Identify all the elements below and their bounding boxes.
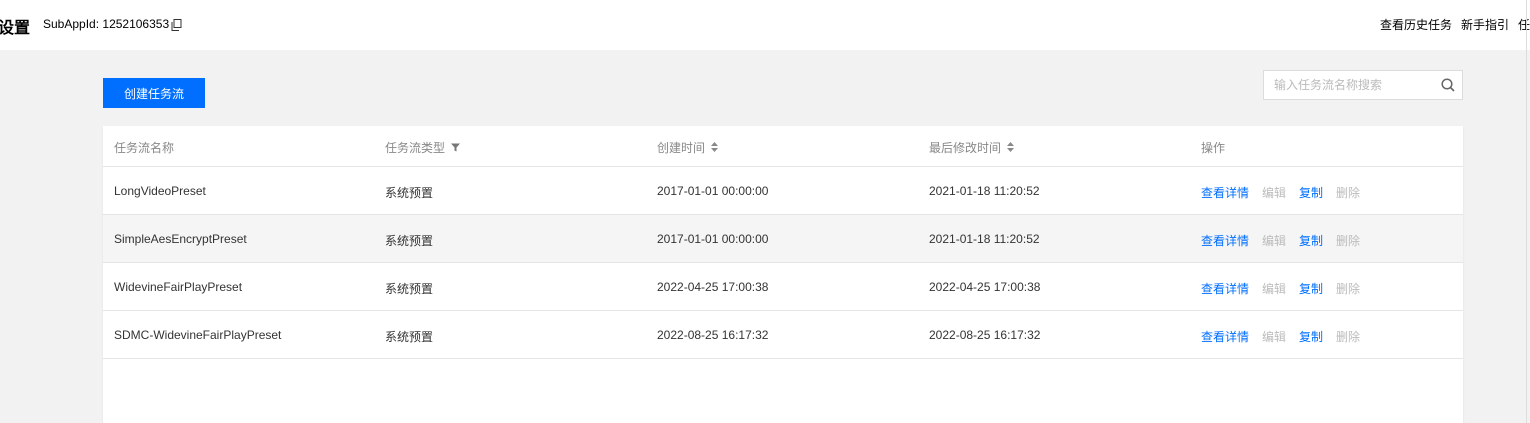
cell-modified: 2022-08-25 16:17:32 — [929, 328, 1041, 342]
delete-link: 删除 — [1336, 234, 1361, 248]
copy-link[interactable]: 复制 — [1299, 184, 1323, 201]
workflow-table: 任务流名称 任务流类型 创建时间 最后修改时间 操作 LongVideoPres… — [103, 126, 1463, 423]
cell-created: 2022-08-25 16:17:32 — [657, 328, 769, 342]
sort-icon[interactable] — [711, 141, 719, 155]
copy-link[interactable]: 复制 — [1299, 328, 1323, 345]
search-box — [1263, 70, 1463, 100]
search-input[interactable] — [1264, 71, 1434, 99]
subapp-label: SubAppId: — [43, 17, 100, 31]
copy-link[interactable]: 复制 — [1299, 280, 1323, 297]
table-row: SimpleAesEncryptPreset 系统预置 2017-01-01 0… — [103, 215, 1463, 263]
column-header-actions-label: 操作 — [1201, 141, 1226, 155]
table-header: 任务流名称 任务流类型 创建时间 最后修改时间 操作 — [103, 126, 1463, 167]
cell-type: 系统预置 — [385, 186, 434, 200]
cell-type: 系统预置 — [385, 330, 434, 344]
history-tasks-link[interactable]: 查看历史任务 — [1380, 16, 1452, 33]
subapp-id: SubAppId: 1252106353 — [43, 17, 183, 31]
page-title: 设置 — [0, 18, 31, 37]
right-divider — [1526, 0, 1527, 423]
cell-name: SimpleAesEncryptPreset — [114, 232, 247, 246]
delete-link: 删除 — [1336, 282, 1361, 296]
cell-created: 2017-01-01 00:00:00 — [657, 184, 769, 198]
cell-type: 系统预置 — [385, 282, 434, 296]
copy-link[interactable]: 复制 — [1299, 232, 1323, 249]
edit-link: 编辑 — [1262, 282, 1287, 296]
column-header-modified-label: 最后修改时间 — [929, 141, 1002, 155]
cell-name: LongVideoPreset — [114, 184, 206, 198]
top-bar: 设置 SubAppId: 1252106353 查看历史任务 新手指引 任 — [0, 0, 1530, 50]
cell-modified: 2021-01-18 11:20:52 — [929, 184, 1040, 198]
sort-icon[interactable] — [1007, 141, 1015, 155]
cell-name: WidevineFairPlayPreset — [114, 280, 243, 294]
create-workflow-button[interactable]: 创建任务流 — [103, 78, 205, 108]
column-header-modified[interactable]: 最后修改时间 — [929, 139, 1015, 156]
edit-link: 编辑 — [1262, 186, 1287, 200]
cell-modified: 2022-04-25 17:00:38 — [929, 280, 1041, 294]
cell-modified: 2021-01-18 11:20:52 — [929, 232, 1040, 246]
table-row: LongVideoPreset 系统预置 2017-01-01 00:00:00… — [103, 167, 1463, 215]
copy-icon[interactable] — [171, 19, 183, 31]
column-header-name: 任务流名称 — [114, 139, 174, 156]
table-row: SDMC-WidevineFairPlayPreset 系统预置 2022-08… — [103, 311, 1463, 359]
column-header-created-label: 创建时间 — [657, 141, 706, 155]
column-header-actions: 操作 — [1201, 139, 1225, 156]
column-header-type-label: 任务流类型 — [385, 141, 446, 155]
row-actions: 查看详情 编辑 复制 删除 — [1201, 328, 1360, 345]
delete-link: 删除 — [1336, 330, 1361, 344]
view-details-link[interactable]: 查看详情 — [1201, 232, 1249, 249]
column-header-type: 任务流类型 — [385, 139, 461, 156]
view-details-link[interactable]: 查看详情 — [1201, 280, 1249, 297]
view-details-link[interactable]: 查看详情 — [1201, 328, 1249, 345]
truncated-link[interactable]: 任 — [1518, 16, 1530, 33]
search-icon[interactable] — [1441, 78, 1455, 92]
row-actions: 查看详情 编辑 复制 删除 — [1201, 184, 1360, 201]
edit-link: 编辑 — [1262, 234, 1287, 248]
row-actions: 查看详情 编辑 复制 删除 — [1201, 232, 1360, 249]
edit-link: 编辑 — [1262, 330, 1287, 344]
cell-created: 2017-01-01 00:00:00 — [657, 232, 769, 246]
column-header-created[interactable]: 创建时间 — [657, 139, 719, 156]
row-actions: 查看详情 编辑 复制 删除 — [1201, 280, 1360, 297]
subapp-value: 1252106353 — [102, 17, 170, 31]
delete-link: 删除 — [1336, 186, 1361, 200]
table-row: WidevineFairPlayPreset 系统预置 2022-04-25 1… — [103, 263, 1463, 311]
filter-icon[interactable] — [451, 141, 461, 155]
view-details-link[interactable]: 查看详情 — [1201, 184, 1249, 201]
cell-name: SDMC-WidevineFairPlayPreset — [114, 328, 282, 342]
guide-link[interactable]: 新手指引 — [1461, 16, 1509, 33]
cell-type: 系统预置 — [385, 234, 434, 248]
cell-created: 2022-04-25 17:00:38 — [657, 280, 769, 294]
column-header-name-label: 任务流名称 — [114, 141, 175, 155]
top-links: 查看历史任务 新手指引 任 — [1380, 16, 1530, 33]
